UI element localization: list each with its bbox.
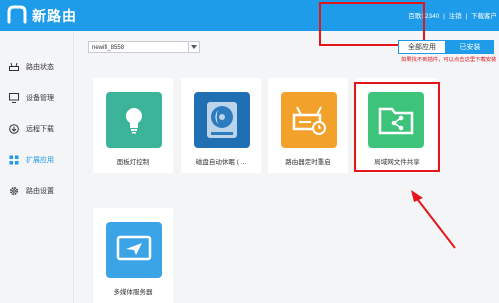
router-clock-icon bbox=[281, 92, 337, 148]
tab-installed[interactable]: 已安装 bbox=[446, 40, 494, 54]
annotation-box-lan-share bbox=[354, 82, 440, 172]
chevron-down-icon[interactable] bbox=[188, 42, 199, 52]
sidebar-item-device-management[interactable]: 设备管理 bbox=[0, 88, 73, 108]
gear-icon bbox=[9, 186, 19, 196]
sidebar-item-remote-download[interactable]: 远程下载 bbox=[0, 119, 73, 139]
logout-link[interactable]: 注销 bbox=[449, 13, 462, 20]
media-send-icon bbox=[106, 222, 162, 278]
separator: | bbox=[465, 13, 468, 20]
grid-icon bbox=[9, 155, 19, 165]
app-name: 面板灯控制 bbox=[116, 159, 150, 166]
disk-icon bbox=[194, 92, 250, 148]
annotation-arrow bbox=[411, 190, 456, 249]
router-icon bbox=[9, 62, 19, 72]
logo-icon bbox=[6, 4, 28, 26]
sidebar-item-extensions[interactable]: 扩展应用 bbox=[0, 150, 73, 170]
bulb-icon bbox=[106, 92, 162, 148]
app-card-disk-sleep[interactable]: 磁盘自动休眠 ( ... bbox=[181, 78, 261, 173]
app-name: 多媒体服务器 bbox=[113, 289, 153, 296]
plugin-tip[interactable]: 如果找不到插件，可以点击这里下载安装 bbox=[401, 57, 497, 64]
app-card-media-server[interactable]: 多媒体服务器 bbox=[93, 208, 173, 303]
separator: | bbox=[443, 13, 445, 20]
app-name: 磁盘自动休眠 ( ... bbox=[195, 159, 247, 166]
sidebar-item-label: 路由状态 bbox=[26, 64, 54, 71]
app-card-scheduled-reboot[interactable]: 路由器定时重启 bbox=[268, 78, 348, 173]
brand-title: 新路由 bbox=[32, 8, 77, 24]
download-client-link[interactable]: 下载客户 bbox=[471, 13, 497, 20]
network-select-value: newifi_8558 bbox=[92, 45, 125, 51]
app-name: 路由器定时重启 bbox=[285, 159, 331, 166]
sidebar: 路由状态 设备管理 远程下载 扩展应用 路由设置 bbox=[0, 31, 74, 303]
network-select[interactable]: newifi_8558 bbox=[88, 41, 200, 53]
app-card-panel-light[interactable]: 面板灯控制 bbox=[93, 78, 173, 173]
sidebar-item-router-settings[interactable]: 路由设置 bbox=[0, 181, 73, 201]
sidebar-item-label: 设备管理 bbox=[26, 95, 54, 102]
download-icon bbox=[9, 124, 19, 134]
monitor-icon bbox=[9, 93, 19, 103]
sidebar-item-router-status[interactable]: 路由状态 bbox=[0, 57, 73, 77]
app-filter-tabs: 全部应用 已安装 bbox=[398, 40, 495, 56]
tab-all-apps[interactable]: 全部应用 bbox=[398, 40, 446, 54]
sidebar-item-label: 路由设置 bbox=[26, 188, 54, 195]
sidebar-item-label: 扩展应用 bbox=[26, 157, 54, 164]
sidebar-item-label: 远程下载 bbox=[26, 126, 54, 133]
